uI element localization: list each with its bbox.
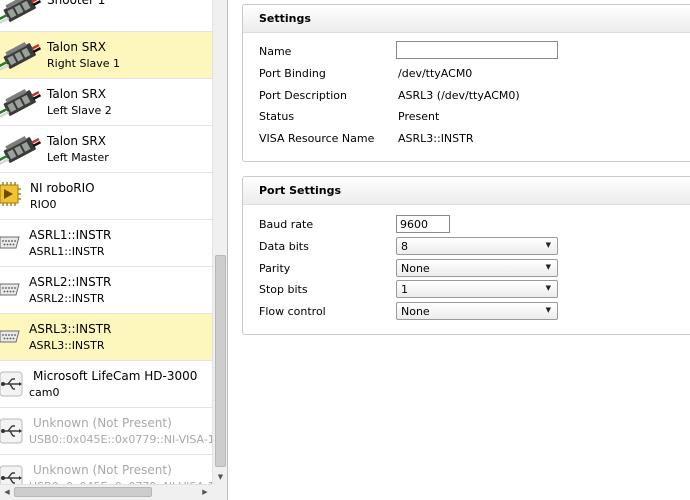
flow-control-label: Flow control	[259, 305, 326, 318]
device-subtitle: ASRL1::INSTR	[29, 245, 105, 258]
stop-bits-select[interactable]: 1 ▼	[396, 280, 558, 298]
scrollbar-corner	[212, 484, 227, 500]
scroll-right-arrow-icon[interactable]: ▶	[198, 485, 212, 500]
data-bits-value: 8	[401, 240, 408, 253]
parity-label: Parity	[259, 262, 291, 275]
device-list-pane: Shooter 1 Talon SRX Right Slave 1 Talon SRX…	[0, 0, 228, 500]
device-subtitle: Right Slave 1	[47, 57, 121, 70]
talon-srx-icon	[0, 130, 44, 170]
scroll-down-arrow-icon[interactable]: ▼	[213, 470, 227, 484]
device-name: ASRL1::INSTR	[29, 228, 112, 242]
device-subtitle: Left Slave 2	[47, 104, 112, 117]
device-name: Talon SRX	[47, 87, 106, 101]
device-list-item[interactable]: ASRL1::INSTR ASRL1::INSTR	[0, 220, 212, 267]
device-name: Microsoft LifeCam HD-3000	[33, 369, 198, 383]
device-subtitle: ASRL2::INSTR	[29, 292, 105, 305]
device-name: Talon SRX	[47, 40, 106, 54]
device-list: Shooter 1 Talon SRX Right Slave 1 Talon SRX…	[0, 0, 222, 500]
talon-srx-icon	[0, 0, 44, 29]
status-label: Status	[259, 110, 295, 123]
talon-srx-icon	[0, 36, 44, 76]
parity-select[interactable]: None ▼	[396, 259, 558, 277]
port-binding-label: Port Binding	[259, 67, 326, 80]
device-list-item[interactable]: Unknown (Not Present)USB0::0x045E::0x077…	[0, 408, 222, 455]
horizontal-scroll-thumb[interactable]	[14, 487, 152, 497]
device-list-item[interactable]: Talon SRX Right Slave 1	[0, 32, 212, 79]
device-list-item[interactable]: Microsoft LifeCam HD-3000 cam0	[0, 361, 212, 408]
stop-bits-value: 1	[401, 283, 408, 296]
device-subtitle: cam0	[29, 386, 60, 399]
chevron-down-icon: ▼	[545, 263, 551, 271]
data-bits-label: Data bits	[259, 240, 309, 253]
chevron-down-icon: ▼	[545, 306, 551, 314]
flow-control-select[interactable]: None ▼	[396, 302, 558, 320]
device-name: ASRL2::INSTR	[29, 275, 112, 289]
device-list-item[interactable]: ASRL2::INSTR ASRL2::INSTR	[0, 267, 212, 314]
device-subtitle: RIO0	[30, 198, 57, 211]
device-subtitle: USB0::0x045E::0x0779::NI-VISA-10	[29, 433, 222, 446]
chevron-down-icon: ▼	[545, 284, 551, 292]
device-name: Unknown (Not Present)	[33, 416, 172, 430]
flow-control-value: None	[401, 305, 430, 318]
device-subtitle: ASRL3::INSTR	[29, 339, 105, 352]
port-settings-panel: Port Settings Baud rate 9600 Data bits 8…	[242, 176, 690, 335]
port-description-label: Port Description	[259, 89, 347, 102]
visa-resource-name-value: ASRL3::INSTR	[398, 132, 474, 145]
talon-srx-icon	[0, 83, 44, 123]
visa-resource-name-label: VISA Resource Name	[259, 132, 375, 145]
port-description-value: ASRL3 (/dev/ttyACM0)	[398, 89, 520, 102]
vertical-scrollbar[interactable]: ▼	[212, 0, 227, 484]
name-input[interactable]	[396, 41, 558, 59]
device-name: ASRL3::INSTR	[29, 322, 112, 336]
status-value: Present	[398, 110, 440, 123]
device-name: NI roboRIO	[30, 181, 95, 195]
device-list-item[interactable]: NI roboRIO RIO0	[0, 173, 212, 220]
device-list-item[interactable]: Talon SRX Left Slave 2	[0, 79, 212, 126]
port-binding-value: /dev/ttyACM0	[398, 67, 473, 80]
device-list-item[interactable]: Shooter 1	[0, 0, 212, 32]
device-list-item[interactable]: ASRL3::INSTR ASRL3::INSTR	[0, 314, 212, 361]
scroll-left-arrow-icon[interactable]: ◀	[0, 485, 14, 500]
baud-rate-label: Baud rate	[259, 218, 314, 231]
port-settings-title: Port Settings	[243, 177, 690, 205]
device-subtitle: Left Master	[47, 151, 109, 164]
settings-panel: Settings Name Port Binding /dev/ttyACM0 …	[242, 4, 690, 162]
settings-title: Settings	[243, 5, 690, 33]
parity-value: None	[401, 262, 430, 275]
stop-bits-label: Stop bits	[259, 283, 308, 296]
vertical-scroll-thumb[interactable]	[215, 255, 226, 467]
device-list-item[interactable]: Talon SRX Left Master	[0, 126, 212, 173]
device-name: Unknown (Not Present)	[33, 463, 172, 477]
data-bits-select[interactable]: 8 ▼	[396, 237, 558, 255]
horizontal-scrollbar[interactable]: ◀ ▶	[0, 484, 212, 500]
name-label: Name	[259, 45, 292, 58]
chevron-down-icon: ▼	[545, 241, 551, 249]
device-name: Talon SRX	[47, 134, 106, 148]
device-name: Shooter 1	[47, 0, 106, 7]
baud-rate-input[interactable]: 9600	[396, 215, 450, 233]
